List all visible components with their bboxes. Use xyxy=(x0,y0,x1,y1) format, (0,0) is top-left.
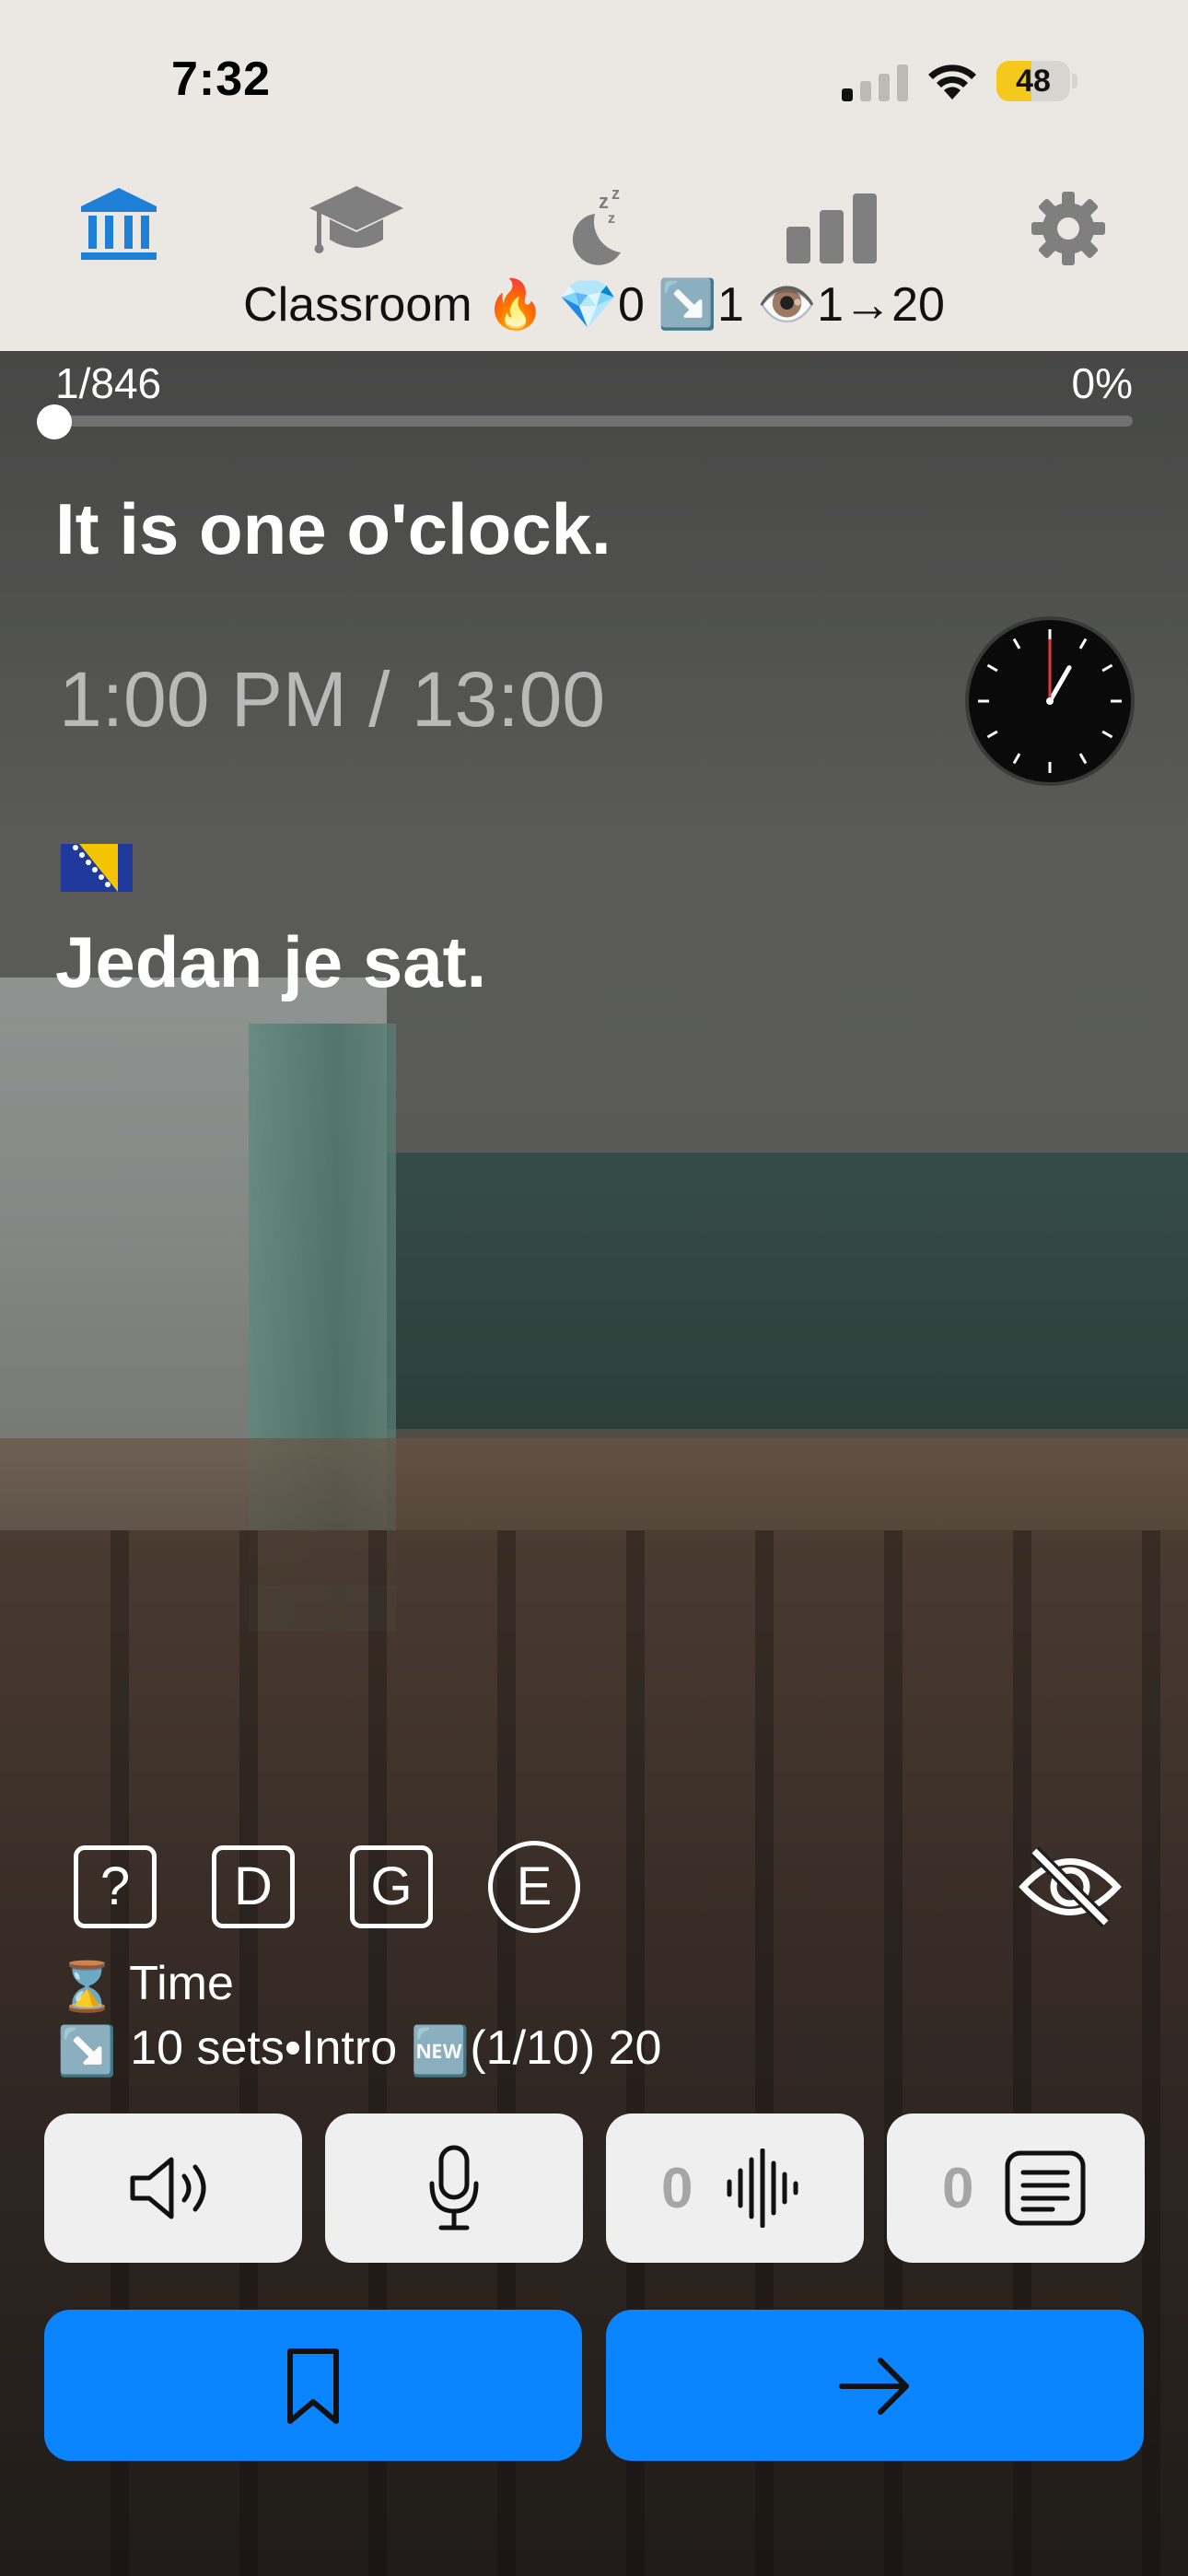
battery-percent: 48 xyxy=(1016,64,1051,99)
analog-clock-icon xyxy=(965,616,1135,786)
header: 7:32 48 z z z Classroom 🔥 💎0 ↘️1 👁️1→20 xyxy=(0,0,1188,351)
transcripts-count: 0 xyxy=(942,2157,974,2220)
progress-percent: 0% xyxy=(1071,359,1133,407)
set-info-label: 10 sets•Intro xyxy=(130,2021,398,2075)
translated-sentence: Jedan je sat. xyxy=(55,921,487,1002)
hourglass-icon: ⌛ xyxy=(57,1960,117,2014)
classroom-title: Classroom 🔥 💎0 ↘️1 👁️1→20 xyxy=(243,278,945,332)
document-text-icon xyxy=(1005,2150,1086,2226)
microphone-icon xyxy=(429,2145,479,2231)
d-button[interactable]: D xyxy=(212,1845,295,1928)
topic-row: ⌛ Time xyxy=(57,1956,234,2015)
wifi-icon xyxy=(928,64,976,100)
svg-text:z: z xyxy=(611,184,620,203)
progress-slider-track[interactable] xyxy=(53,416,1133,427)
record-button[interactable] xyxy=(325,2113,583,2263)
sleep-moon-icon[interactable]: z z z xyxy=(554,182,637,265)
svg-text:z: z xyxy=(599,190,609,213)
e-button[interactable]: E xyxy=(488,1841,580,1933)
bosnia-flag-icon xyxy=(61,844,133,896)
hide-text-eye-icon[interactable] xyxy=(1018,1845,1123,1928)
progress-position: 1/846 xyxy=(55,359,162,407)
transcripts-button[interactable]: 0 xyxy=(887,2113,1145,2263)
speaker-icon xyxy=(130,2157,206,2219)
recordings-button[interactable]: 0 xyxy=(606,2113,864,2263)
gear-icon[interactable] xyxy=(1030,190,1107,267)
graduation-cap-icon[interactable] xyxy=(308,182,405,265)
set-info-row: ↘️ 10 sets•Intro 🆕(1/10) 20 xyxy=(57,2020,661,2079)
help-button[interactable]: ? xyxy=(74,1845,157,1928)
topic-label: Time xyxy=(129,1957,234,2010)
bar-chart-icon[interactable] xyxy=(786,193,877,263)
g-button[interactable]: G xyxy=(350,1845,433,1928)
bookmark-button[interactable] xyxy=(44,2310,582,2461)
arrow-right-icon xyxy=(839,2358,909,2415)
battery-indicator: 48 xyxy=(996,61,1077,101)
svg-text:z: z xyxy=(608,211,615,227)
bank-icon[interactable] xyxy=(79,186,158,262)
next-button[interactable] xyxy=(606,2310,1144,2461)
progress-slider-knob[interactable] xyxy=(37,404,72,439)
lesson-card: 1/846 0% It is one o'clock. 1:00 PM / 13… xyxy=(0,351,1188,2576)
recordings-count: 0 xyxy=(661,2157,693,2220)
status-time: 7:32 xyxy=(171,53,272,106)
cellular-signal-icon xyxy=(842,64,908,101)
listen-button[interactable] xyxy=(44,2113,302,2263)
down-right-arrow-icon: ↘️ xyxy=(57,2024,117,2078)
new-badge-icon: 🆕 xyxy=(410,2024,471,2078)
background-chalkboard xyxy=(387,1153,1188,1429)
set-progress-label: (1/10) 20 xyxy=(470,2021,662,2075)
english-sentence: It is one o'clock. xyxy=(55,488,611,569)
time-value: 1:00 PM / 13:00 xyxy=(59,656,606,743)
waveform-icon xyxy=(727,2149,798,2228)
bookmark-icon xyxy=(287,2348,339,2424)
